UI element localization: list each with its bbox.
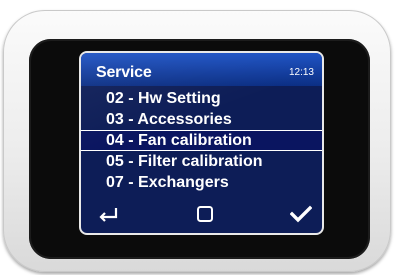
back-arrow-icon [99, 208, 118, 222]
display-frame: Service 12:13 02 - Hw Setting 03 - Acces… [79, 51, 324, 235]
display-screen: Service 12:13 02 - Hw Setting 03 - Acces… [81, 53, 322, 233]
home-button[interactable] [193, 202, 217, 226]
service-menu: 02 - Hw Setting 03 - Accessories 04 - Fa… [81, 88, 322, 193]
menu-item-hw-setting[interactable]: 02 - Hw Setting [81, 88, 322, 109]
menu-item-accessories[interactable]: 03 - Accessories [81, 109, 322, 130]
clock: 12:13 [288, 67, 314, 78]
menu-item-fan-calibration[interactable]: 04 - Fan calibration [81, 130, 322, 151]
back-button[interactable] [97, 202, 121, 226]
menu-item-filter-calibration[interactable]: 05 - Filter calibration [81, 151, 322, 172]
screen-header: Service 12:13 [81, 53, 322, 86]
confirm-button[interactable] [289, 202, 313, 226]
screen-title: Service [96, 64, 152, 81]
home-square-icon [197, 206, 213, 222]
screen-footer [81, 200, 322, 228]
checkmark-icon [290, 205, 312, 223]
menu-item-exchangers[interactable]: 07 - Exchangers [81, 172, 322, 193]
